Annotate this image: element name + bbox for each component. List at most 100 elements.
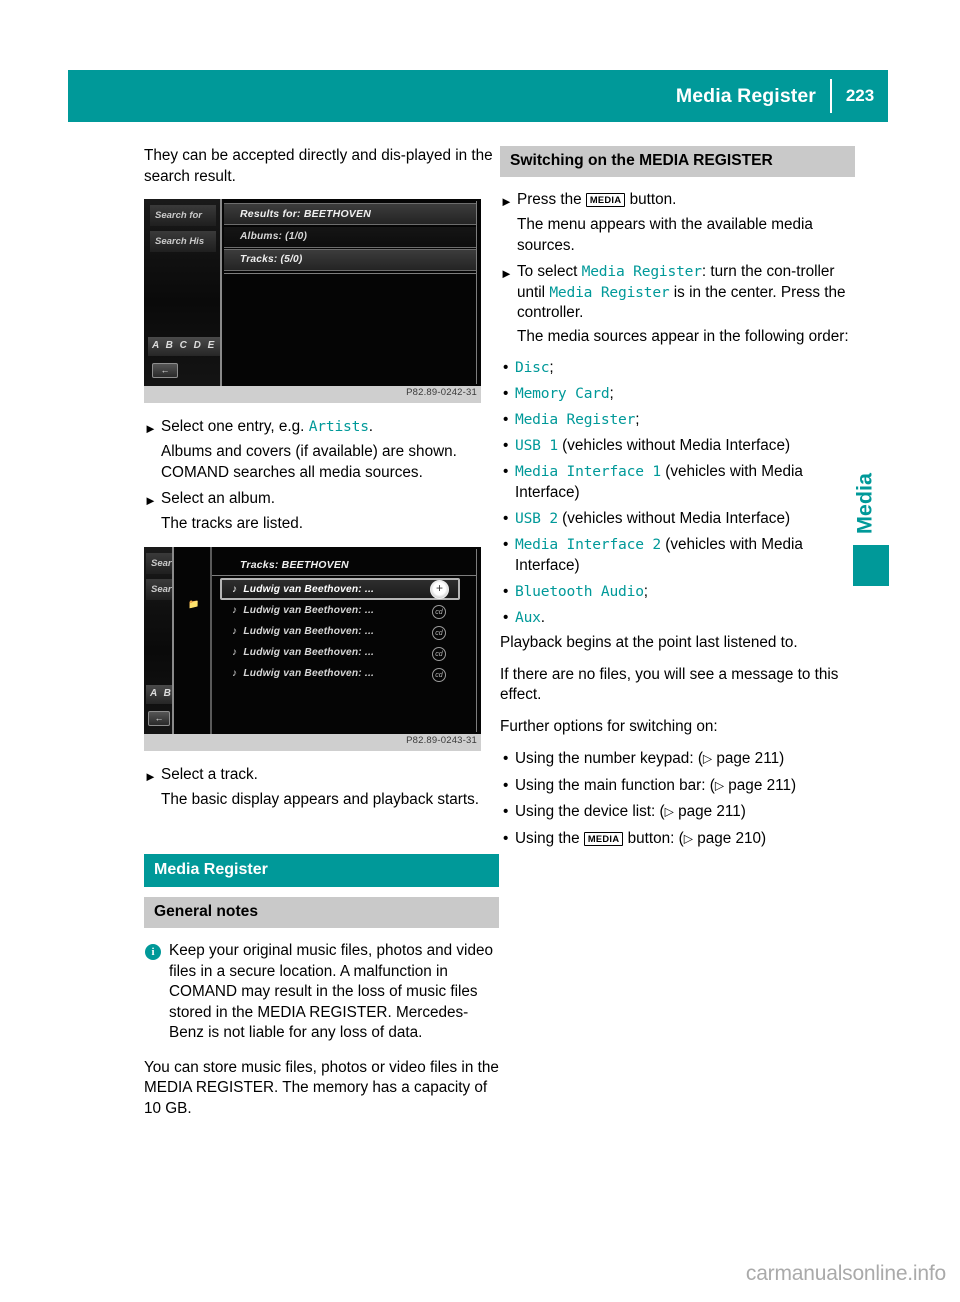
further-options-paragraph: Further options for switching on: [500, 717, 718, 735]
list-item: • USB 2 (vehicles without Media Interfac… [500, 508, 855, 529]
screen-track-label: Ludwig van Beethoven: ... [243, 625, 375, 637]
step-text-after: . [368, 418, 374, 435]
comand-screenshot-track-list: Sear Sear A B ← 📁 Tracks: BEETHOVEN ♪ Lu… [144, 546, 481, 751]
bullet-icon: • [503, 583, 509, 600]
source-suffix: ; [643, 583, 649, 600]
figure-caption: P82.89-0242-31 [144, 386, 481, 403]
screen-result-title: Results for: BEETHOVEN [240, 208, 371, 220]
option-label: Using the device list: ( [515, 803, 665, 820]
page-reference[interactable]: page 211 [728, 777, 791, 794]
step-result-sources: The media sources appear in the followin… [517, 327, 849, 345]
list-item-text: Memory Card; [515, 383, 855, 404]
source-suffix: (vehicles without Media Interface) [557, 510, 791, 527]
bullet-icon: • [503, 463, 509, 480]
list-item-text: USB 2 (vehicles without Media Interface) [515, 508, 855, 529]
option-close: ) [790, 776, 797, 794]
step-select-album: ► Select an album. [144, 489, 499, 511]
screen-track-label: Ludwig van Beethoven: ... [243, 667, 375, 679]
screen-left-panel: Sear Sear A B ← [144, 546, 174, 734]
figure-caption-id: P82.89-0242-31 [406, 387, 477, 398]
step-text: Select a track. [161, 765, 258, 783]
screen-folder-icon: 📁 [188, 598, 200, 609]
playback-paragraph: Playback begins at the point last listen… [500, 634, 798, 651]
screen-alpha-bar: A B [146, 684, 172, 704]
step-marker-icon: ► [500, 266, 513, 281]
screen-track-label: Ludwig van Beethoven: ... [243, 583, 375, 595]
list-item-text: Media Interface 1 (vehicles with Media I… [515, 461, 855, 503]
list-item: • Using the main function bar: (▷ page 2… [500, 775, 855, 797]
source-suffix: ; [635, 411, 640, 428]
option-label: Using the main function bar: ( [515, 776, 715, 794]
screen-divider [224, 273, 477, 274]
source-code: USB 2 [515, 510, 558, 527]
list-item: • Media Interface 2 (vehicles with Media… [500, 534, 855, 576]
list-item-text: Using the main function bar: (▷ page 211… [515, 775, 855, 797]
list-item-text: Bluetooth Audio; [515, 581, 855, 602]
option-close: ) [779, 750, 785, 767]
source-suffix: (vehicles without Media Interface) [557, 437, 791, 454]
bullet-icon: • [503, 536, 509, 553]
step-marker-icon: ► [144, 493, 157, 508]
step-result-1: Albums and covers (if available) are sho… [161, 443, 457, 460]
info-icon: i [145, 944, 161, 960]
figure-caption: P82.89-0243-31 [144, 733, 481, 751]
option-label-after: button: ( [623, 829, 684, 847]
media-sources-list: • Disc; • Memory Card; • Media Register;… [500, 357, 855, 628]
screen-disc-icon: cd [432, 604, 446, 619]
page-title: Media Register [675, 84, 816, 107]
step-text: Select an album. [161, 490, 275, 507]
option-label: Using the number keypad: ( [515, 750, 703, 767]
list-item-text: Using the number keypad: (▷ page 211) [515, 748, 855, 770]
source-code: Memory Card [515, 385, 610, 402]
screen-track-row: ♪ Ludwig van Beethoven: ... [232, 625, 375, 637]
option-label: Using the [515, 829, 584, 847]
screen-scroll-track [476, 201, 477, 384]
bullet-icon: • [503, 359, 509, 376]
bullet-icon: • [503, 510, 509, 527]
media-key-icon: MEDIA [585, 193, 626, 207]
page-number: 223 [845, 86, 875, 105]
screen-left-item: Search for [150, 205, 216, 226]
bullet-icon: • [503, 437, 509, 454]
page-reference[interactable]: page 210 [697, 830, 761, 847]
step-text-before: To select [517, 263, 582, 280]
bullet-icon: • [503, 385, 509, 402]
page-reference[interactable]: page 211 [716, 750, 779, 767]
screen-divider [212, 574, 477, 576]
screen-disc-icon: cd [432, 646, 446, 661]
screen-track-row: ♪ Ludwig van Beethoven: ... [232, 583, 375, 595]
source-code: Media Interface 1 [515, 463, 661, 480]
list-item: • Aux. [500, 607, 855, 628]
source-suffix: ; [609, 385, 614, 402]
list-item-text: Using the MEDIA button: (▷ page 210) [515, 828, 855, 850]
left-column: They can be accepted directly and dis-pl… [144, 146, 499, 1130]
screen-left-item: Search His [150, 231, 216, 252]
highlight-artists: Artists [308, 418, 369, 435]
step-text: To select Media Register: turn the con-t… [517, 262, 855, 324]
screen-result-row: Albums: (1/0) [240, 231, 308, 242]
list-item: • Media Interface 1 (vehicles with Media… [500, 461, 855, 503]
list-item: • Using the MEDIA button: (▷ page 210) [500, 828, 855, 850]
bullet-icon: • [503, 776, 509, 794]
list-item: • Using the number keypad: (▷ page 211) [500, 748, 855, 770]
step-marker-icon: ► [144, 768, 157, 784]
screen-track-label: Ludwig van Beethoven: ... [243, 646, 375, 658]
step-marker-icon: ► [500, 194, 513, 209]
step-marker-icon: ► [144, 421, 157, 436]
manual-page: Media Register 223 Media They can be acc… [0, 0, 960, 1302]
subsection-heading-switching-on: Switching on the MEDIA REGISTER [500, 146, 855, 177]
list-item: • Disc; [500, 357, 855, 378]
screen-alpha-bar: A B C D E [148, 337, 220, 356]
bullet-icon: • [503, 750, 509, 767]
screen-track-row: ♪ Ludwig van Beethoven: ... [232, 646, 375, 658]
page-reference[interactable]: page 211 [678, 803, 741, 820]
list-item-text: Using the device list: (▷ page 211) [515, 801, 855, 823]
source-suffix: ; [549, 359, 554, 376]
step-text-before: Select one entry, e.g. [161, 418, 309, 435]
list-item-text: Media Register; [515, 409, 855, 430]
screen-track-row: ♪ Ludwig van Beethoven: ... [232, 667, 375, 679]
list-item-text: USB 1 (vehicles without Media Interface) [515, 435, 855, 456]
page-ref-arrow-icon: ▷ [702, 751, 713, 766]
info-note: i Keep your original music files, photos… [144, 941, 499, 1044]
step-result-menu: The menu appears with the available medi… [517, 216, 813, 254]
